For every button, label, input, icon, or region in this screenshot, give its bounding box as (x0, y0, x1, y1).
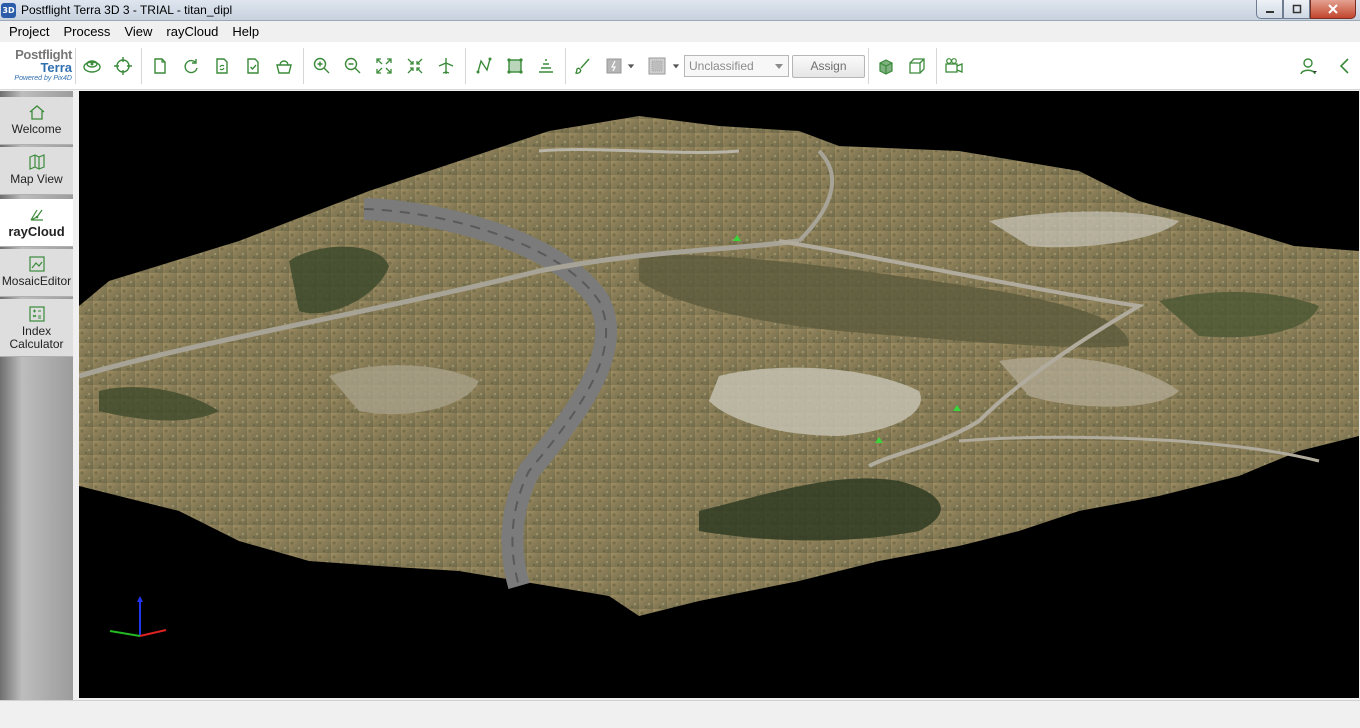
camera-icon[interactable] (942, 54, 966, 78)
minimize-button[interactable] (1256, 0, 1283, 19)
zoom-out-icon[interactable] (341, 54, 365, 78)
menu-project[interactable]: Project (2, 21, 56, 42)
axis-gizmo (109, 596, 167, 637)
lasso-icon[interactable] (602, 54, 626, 78)
mosaic-icon (28, 256, 45, 272)
menu-raycloud[interactable]: rayCloud (159, 21, 225, 42)
toolbar: Postflight Terra Powered by Pix4D (0, 42, 1360, 90)
title-bar: 3D Postflight Terra 3D 3 - TRIAL - titan… (0, 0, 1360, 21)
sidebar-item-label: MosaicEditor (1, 274, 72, 288)
airplane-icon[interactable] (434, 54, 458, 78)
sidebar-item-index-calculator[interactable]: Index Calculator (0, 299, 73, 357)
map-icon (28, 154, 45, 170)
box-icon[interactable] (905, 54, 929, 78)
grid-icon[interactable] (645, 54, 669, 78)
close-button[interactable] (1310, 0, 1356, 19)
basket-icon[interactable] (272, 54, 296, 78)
window-title: Postflight Terra 3D 3 - TRIAL - titan_di… (21, 3, 233, 17)
sidebar-item-label: Welcome (11, 122, 62, 136)
sidebar-item-label: rayCloud (8, 224, 65, 239)
menu-help[interactable]: Help (225, 21, 266, 42)
layers-icon[interactable] (80, 54, 104, 78)
point-cloud-scene (79, 116, 1359, 616)
sidebar: Welcome Map View rayCloud MosaicEditor I… (0, 91, 73, 700)
sidebar-item-label: Map View (10, 172, 63, 186)
cube-icon[interactable] (874, 54, 898, 78)
calculator-icon (28, 306, 45, 322)
grid-dropdown-icon[interactable] (670, 54, 682, 78)
sidebar-item-welcome[interactable]: Welcome (0, 97, 73, 145)
raycloud-icon (29, 209, 43, 221)
maximize-icon (1292, 4, 1301, 14)
refresh-icon[interactable] (179, 54, 203, 78)
document-check-icon[interactable] (241, 54, 265, 78)
logo-line2: Terra (40, 60, 72, 75)
logo: Postflight Terra Powered by Pix4D (0, 48, 72, 88)
classification-value: Unclassified (689, 59, 754, 73)
collapse-panel-icon[interactable] (1333, 54, 1357, 78)
volume-icon[interactable] (534, 54, 558, 78)
home-icon (29, 105, 44, 120)
sidebar-item-label: Index Calculator (9, 324, 64, 351)
chevron-down-icon (775, 64, 783, 69)
sidebar-item-map-view[interactable]: Map View (0, 147, 73, 195)
maximize-button[interactable] (1283, 0, 1310, 19)
user-icon[interactable] (1296, 54, 1320, 78)
surface-icon[interactable] (503, 54, 527, 78)
app-icon: 3D (1, 3, 16, 18)
target-icon[interactable] (111, 54, 135, 78)
lasso-dropdown-icon[interactable] (625, 54, 637, 78)
menu-process[interactable]: Process (56, 21, 117, 42)
raycloud-3d-view[interactable] (79, 91, 1359, 698)
brush-icon[interactable] (571, 54, 595, 78)
classification-select[interactable]: Unclassified (684, 55, 789, 77)
terrain (79, 116, 1359, 616)
menu-view[interactable]: View (117, 21, 159, 42)
new-icon[interactable] (148, 54, 172, 78)
status-bar (0, 700, 1360, 728)
collapse-icon[interactable] (403, 54, 427, 78)
menu-bar: Project Process View rayCloud Help (0, 21, 1360, 42)
sidebar-item-raycloud[interactable]: rayCloud (0, 199, 73, 247)
sync-icon[interactable] (210, 54, 234, 78)
polyline-icon[interactable] (472, 54, 496, 78)
logo-line3: Powered by Pix4D (14, 75, 72, 82)
fit-view-icon[interactable] (372, 54, 396, 78)
close-icon (1328, 4, 1338, 14)
assign-button[interactable]: Assign (792, 55, 865, 78)
minimize-icon (1265, 11, 1274, 13)
zoom-in-icon[interactable] (310, 54, 334, 78)
sidebar-item-mosaiceditor[interactable]: MosaicEditor (0, 249, 73, 297)
